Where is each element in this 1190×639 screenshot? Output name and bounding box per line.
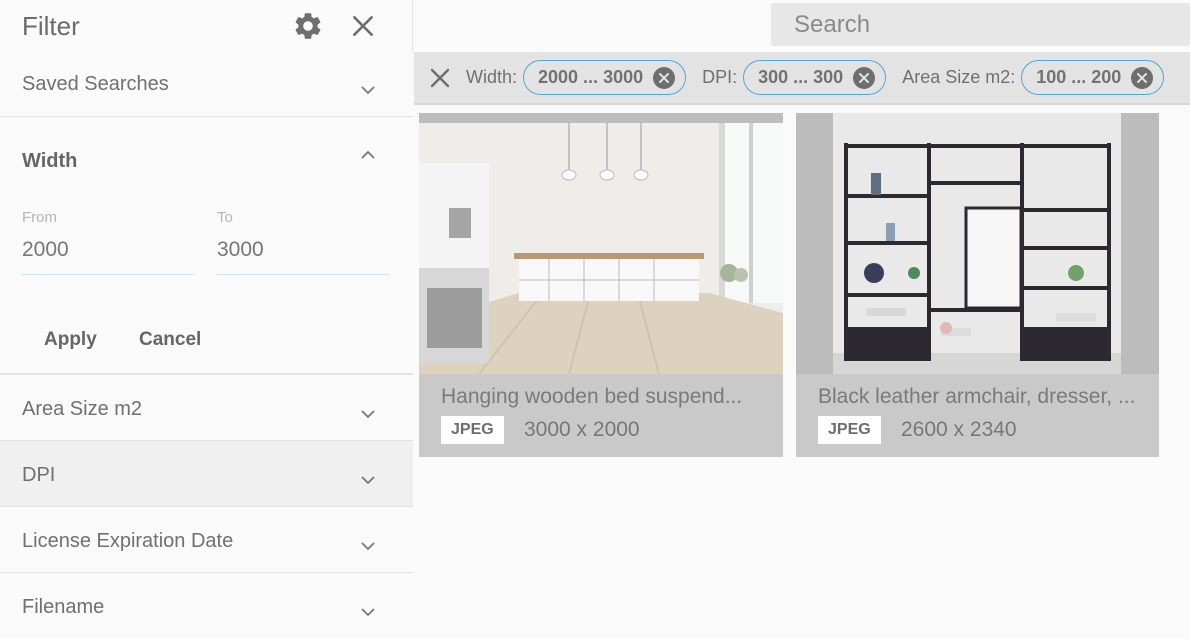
thumbnail-shelves <box>796 113 1159 374</box>
card-title: Black leather armchair, dresser, ... <box>818 385 1136 408</box>
section-saved-searches[interactable]: Saved Searches <box>0 52 413 116</box>
sidebar-header: Filter <box>0 0 412 52</box>
filter-key-dpi: DPI: <box>702 67 738 87</box>
section-label: Filename <box>22 596 105 618</box>
thumbnail-kitchen <box>419 113 783 374</box>
image-dimensions: 3000 x 2000 <box>524 418 640 441</box>
active-filters-bar: Width: 2000 ... 3000 DPI: 300 ... 300 Ar… <box>414 52 1190 105</box>
filter-key-area-size: Area Size m2: <box>902 67 1016 87</box>
chevron-up-icon[interactable] <box>358 145 378 165</box>
filter-chip-area-size[interactable]: 100 ... 200 <box>1021 60 1165 95</box>
chip-value: 100 ... 200 <box>1036 67 1122 87</box>
from-underline <box>22 274 194 275</box>
filter-key-width: Width: <box>466 67 518 87</box>
close-icon[interactable] <box>350 13 376 39</box>
chip-value: 2000 ... 3000 <box>538 67 644 87</box>
width-to-input[interactable] <box>217 238 387 262</box>
result-card[interactable]: Black leather armchair, dresser, ... JPE… <box>796 113 1159 457</box>
result-card[interactable]: Hanging wooden bed suspend... JPEG 3000 … <box>419 113 783 457</box>
clear-filters-icon[interactable] <box>428 66 452 90</box>
section-label: DPI <box>22 464 56 486</box>
section-area-size[interactable]: Area Size m2 <box>0 374 413 440</box>
section-width: Width From To Apply Cancel <box>0 116 413 374</box>
apply-button[interactable]: Apply <box>44 329 97 351</box>
section-label: Area Size m2 <box>22 398 143 420</box>
section-width-title: Width <box>22 150 78 172</box>
circle-x-icon[interactable] <box>653 66 676 89</box>
section-label: Saved Searches <box>22 73 169 95</box>
image-dimensions: 2600 x 2340 <box>901 418 1017 441</box>
chevron-down-icon <box>361 542 375 551</box>
chevron-down-icon <box>361 476 375 485</box>
circle-x-icon[interactable] <box>853 66 876 89</box>
circle-x-icon[interactable] <box>1131 66 1154 89</box>
chevron-down-icon <box>361 608 375 617</box>
filter-sidebar: Filter Saved Searches Width From To Appl… <box>0 0 413 639</box>
filter-chip-width[interactable]: 2000 ... 3000 <box>523 60 687 95</box>
sidebar-title: Filter <box>22 10 80 41</box>
to-label: To <box>217 209 233 226</box>
format-badge: JPEG <box>441 416 504 444</box>
section-dpi[interactable]: DPI <box>0 440 413 506</box>
card-title: Hanging wooden bed suspend... <box>441 385 743 408</box>
section-filename[interactable]: Filename <box>0 572 413 639</box>
from-label: From <box>22 209 57 226</box>
format-badge: JPEG <box>818 416 881 444</box>
section-label: License Expiration Date <box>22 530 234 552</box>
width-from-input[interactable] <box>22 238 192 262</box>
cancel-button[interactable]: Cancel <box>139 329 201 351</box>
section-license-expiration[interactable]: License Expiration Date <box>0 506 413 572</box>
chevron-down-icon <box>361 410 375 419</box>
chevron-down-icon <box>361 86 375 95</box>
gear-icon[interactable] <box>292 10 324 42</box>
filter-chip-dpi[interactable]: 300 ... 300 <box>743 60 887 95</box>
to-underline <box>217 274 390 275</box>
search-input[interactable]: Search <box>771 3 1190 46</box>
chip-value: 300 ... 300 <box>758 67 844 87</box>
search-placeholder: Search <box>794 10 871 38</box>
